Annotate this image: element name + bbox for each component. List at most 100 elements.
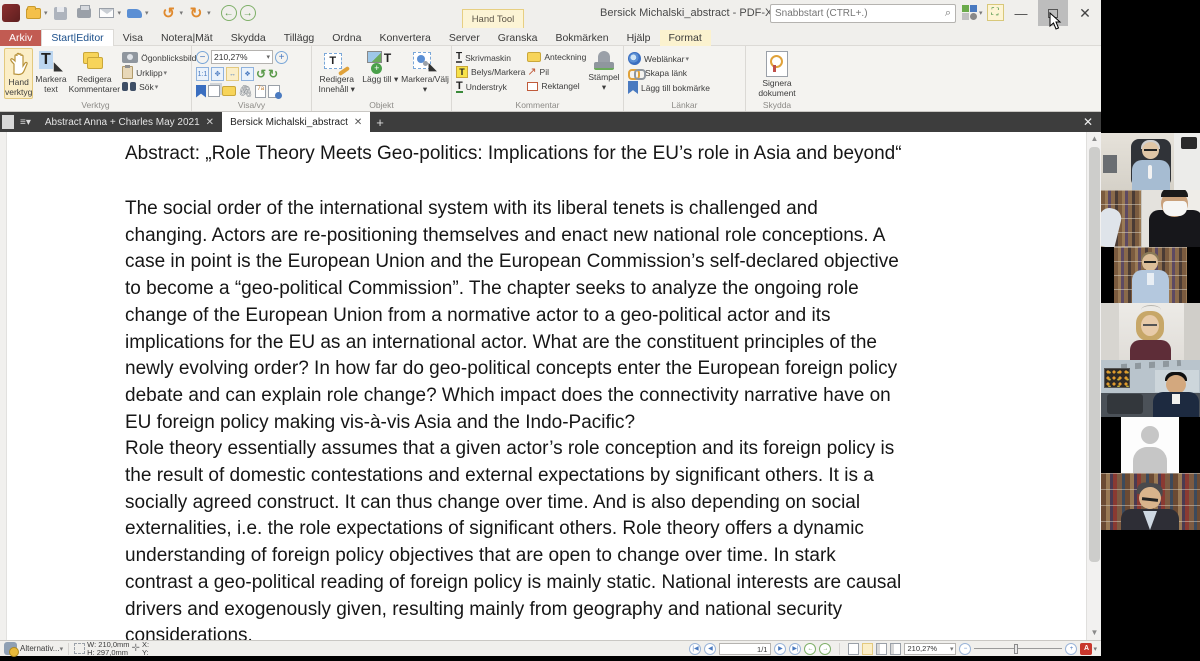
options-dropdown[interactable]: Alternativ... ▾ xyxy=(20,644,63,653)
video-tile-1[interactable] xyxy=(1101,133,1200,190)
document-tab-2-active[interactable]: Bersick Michalski_abstract✕ xyxy=(222,112,370,132)
video-tile-7[interactable] xyxy=(1101,473,1200,530)
zoom-in-button[interactable]: + xyxy=(275,51,288,64)
email-button[interactable] xyxy=(97,3,117,23)
video-tile-6[interactable] xyxy=(1101,417,1200,473)
video-tile-5[interactable] xyxy=(1101,360,1200,417)
edit-content-button[interactable]: T Redigera Innehåll ▾ xyxy=(316,48,358,99)
attachments-pane-icon[interactable]: 🖇 xyxy=(238,84,253,98)
fit-page-button[interactable]: ✥ xyxy=(211,67,224,81)
tab1-close-icon[interactable]: ✕ xyxy=(206,117,214,128)
fields-pane-icon[interactable]: 7a xyxy=(255,85,266,98)
arrow-tool-button[interactable]: ↗Pil xyxy=(527,65,586,78)
properties-pane-icon[interactable] xyxy=(268,85,280,98)
tabbar-close-icon[interactable]: ✕ xyxy=(1083,115,1093,129)
next-page-button[interactable]: ▶ xyxy=(774,643,786,655)
fit-visible-button[interactable]: ❖ xyxy=(241,67,254,81)
rectangle-tool-button[interactable]: Rektangel xyxy=(527,81,586,91)
vertical-scrollbar[interactable]: ▲ ▼ xyxy=(1086,132,1101,640)
two-page-continuous-button[interactable] xyxy=(890,643,901,655)
sticky-note-button[interactable]: Anteckning xyxy=(527,52,586,62)
tab2-close-icon[interactable]: ✕ xyxy=(354,117,362,128)
zoom-out-button[interactable]: − xyxy=(196,51,209,64)
ui-options-icon[interactable] xyxy=(962,5,977,20)
zoom-slider-knob[interactable] xyxy=(1014,644,1018,654)
two-page-layout-button[interactable] xyxy=(876,643,887,655)
redo-button[interactable]: ↻ xyxy=(186,3,206,23)
statusbar-zoom-select[interactable]: 210,27%▾ xyxy=(904,643,956,655)
adobe-pdf-icon[interactable]: A xyxy=(1080,643,1092,655)
rotate-ccw-button[interactable]: ↺ xyxy=(256,67,266,81)
scroll-up-arrow[interactable]: ▲ xyxy=(1087,132,1101,146)
clipboard-button[interactable]: Urklipp▾ xyxy=(122,66,196,79)
document-title-line: Abstract: „Role Theory Meets Geo-politic… xyxy=(125,143,902,165)
page-number-field[interactable]: 1/1 xyxy=(719,643,771,655)
open-dropdown[interactable]: ▾ xyxy=(44,9,48,17)
highlight-button[interactable]: TBelys/Markera xyxy=(456,66,525,78)
publish-button[interactable] xyxy=(124,3,144,23)
prev-page-button[interactable]: ◀ xyxy=(704,643,716,655)
left-panel-edge xyxy=(0,132,7,640)
tab-list-menu-icon[interactable]: ≡▾ xyxy=(20,117,31,128)
options-gear-icon[interactable] xyxy=(4,642,17,655)
fullscreen-toggle-icon[interactable]: ⛶ xyxy=(987,4,1004,21)
video-tile-2[interactable] xyxy=(1101,190,1200,247)
email-dropdown[interactable]: ▾ xyxy=(118,9,122,17)
snapshot-button[interactable]: Ögonblicksbild xyxy=(122,52,196,63)
bookmarks-pane-icon[interactable] xyxy=(196,85,206,98)
quick-launch-search[interactable]: ⌕ xyxy=(770,4,956,23)
ribbon-tab-bar: ArkivStart|EditorVisaNotera|MätSkyddaTil… xyxy=(0,28,1101,46)
last-page-button[interactable]: ▶| xyxy=(789,643,801,655)
thumbnails-pane-icon[interactable] xyxy=(208,85,220,97)
view-back-button[interactable]: ← xyxy=(804,643,816,655)
undo-dropdown[interactable]: ▾ xyxy=(180,9,184,17)
video-tile-3[interactable] xyxy=(1101,247,1200,303)
history-back-button[interactable]: ← xyxy=(221,5,237,21)
rotate-cw-button[interactable]: ↻ xyxy=(268,67,278,81)
find-button[interactable]: Sök▾ xyxy=(122,82,196,92)
redo-dropdown[interactable]: ▾ xyxy=(207,9,211,17)
save-button[interactable] xyxy=(51,3,71,23)
adobe-dropdown[interactable]: ▾ xyxy=(1093,645,1097,653)
ribbon-tab-start-editor[interactable]: Start|Editor xyxy=(41,29,113,47)
actual-size-button[interactable]: 1:1 xyxy=(196,67,209,81)
undo-button[interactable]: ↺ xyxy=(159,3,179,23)
open-file-button[interactable] xyxy=(23,3,43,23)
add-bookmark-button[interactable]: Lägg till bokmärke xyxy=(628,81,710,94)
fit-width-button[interactable]: ↔ xyxy=(226,67,239,81)
first-page-button[interactable]: |◀ xyxy=(689,643,701,655)
edit-comments-button[interactable]: Redigera Kommentarer xyxy=(69,48,121,99)
print-button[interactable] xyxy=(74,3,94,23)
zoom-level-select[interactable]: 210,27%▾ xyxy=(211,50,273,64)
select-text-button[interactable]: T◣ Markera text xyxy=(35,48,66,99)
quick-launch-input[interactable] xyxy=(771,8,945,19)
statusbar-zoom-in[interactable]: + xyxy=(1065,643,1077,655)
tab-panel-icon[interactable] xyxy=(2,115,14,129)
sign-document-button[interactable]: Signera dokument xyxy=(750,48,804,99)
history-forward-button[interactable]: → xyxy=(240,5,256,21)
hand-tool-button[interactable]: Hand verktyg xyxy=(4,48,33,99)
stamp-button[interactable]: Stämpel▾ xyxy=(588,48,619,99)
video-tile-4[interactable] xyxy=(1101,303,1200,360)
document-view[interactable]: Abstract: „Role Theory Meets Geo-politic… xyxy=(0,132,1101,640)
create-link-button[interactable]: Skapa länk xyxy=(628,68,710,78)
comments-pane-icon[interactable] xyxy=(222,86,236,96)
publish-dropdown[interactable]: ▾ xyxy=(145,9,149,17)
close-button[interactable]: ✕ xyxy=(1070,0,1100,26)
continuous-layout-button[interactable] xyxy=(862,643,873,655)
scrollbar-thumb[interactable] xyxy=(1089,147,1100,562)
new-tab-button[interactable]: + xyxy=(376,115,384,130)
ui-options-dropdown[interactable]: ▾ xyxy=(979,9,983,17)
weblinks-button[interactable]: Weblänkar▾ xyxy=(628,52,710,65)
zoom-slider[interactable] xyxy=(974,643,1062,655)
document-tab-1[interactable]: Abstract Anna + Charles May 2021✕ xyxy=(37,112,222,132)
typewriter-button[interactable]: TSkrivmaskin xyxy=(456,52,525,63)
underline-button[interactable]: TUnderstryk xyxy=(456,81,525,93)
single-page-layout-button[interactable] xyxy=(848,643,859,655)
view-forward-button[interactable]: → xyxy=(819,643,831,655)
minimize-button[interactable]: — xyxy=(1006,0,1036,26)
select-objects-button[interactable]: ◣ Markera/Välj ▾ xyxy=(403,48,447,99)
statusbar-zoom-out[interactable]: − xyxy=(959,643,971,655)
add-object-button[interactable]: T+ Lägg till ▾ xyxy=(360,48,402,99)
scroll-down-arrow[interactable]: ▼ xyxy=(1087,626,1101,640)
